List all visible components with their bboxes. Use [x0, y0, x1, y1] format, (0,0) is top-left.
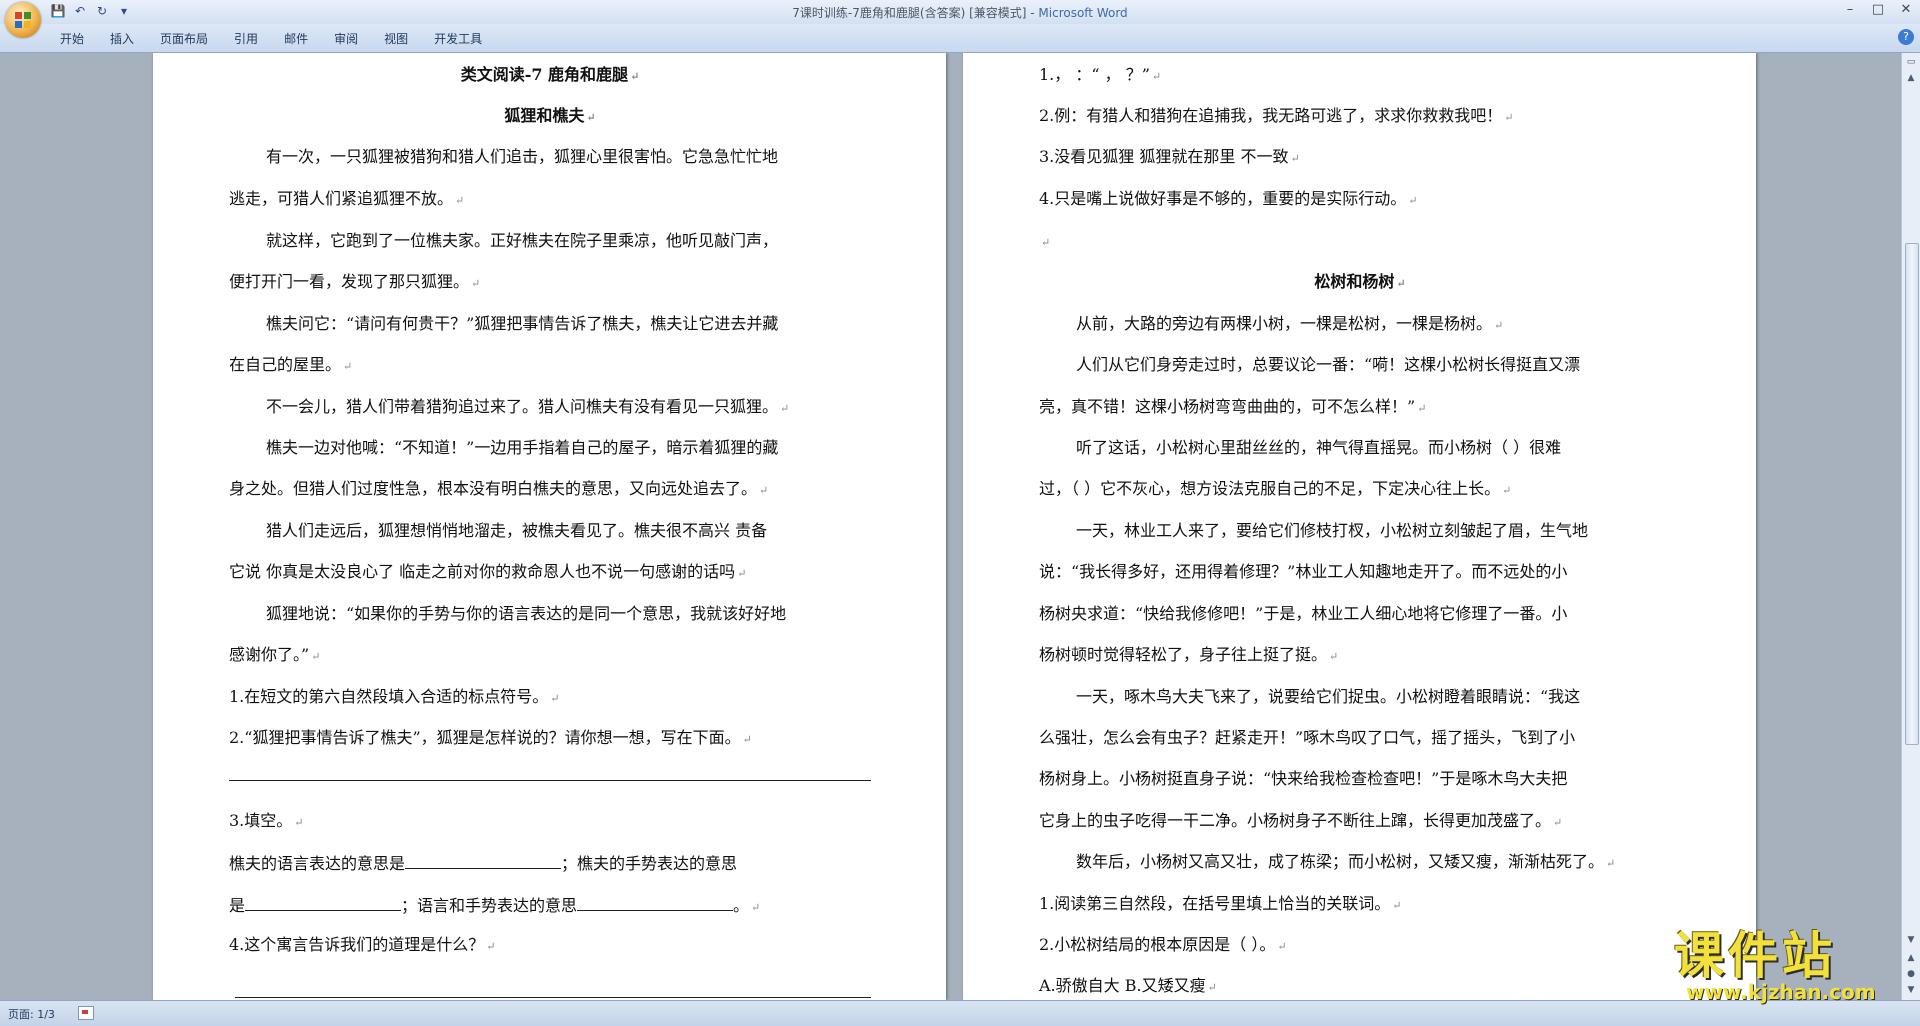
document-page-1[interactable]: 类文阅读-7 鹿角和鹿腿 ↵ 狐狸和樵夫 ↵ 有一次，一只狐狸被猎狗和猎人们追击，狐… — [153, 53, 946, 1000]
paragraph-line: 有一次，一只狐狸被猎狗和猎人们追击，狐狸心里很害怕。它急急忙忙地 — [266, 147, 779, 166]
status-bar: 页面: 1/3 — [0, 1000, 1920, 1026]
tab-insert[interactable]: 插入 — [108, 30, 148, 47]
question-2: 2.“狐狸把事情告诉了樵夫”，狐狸是怎样说的？请你想一想，写在下面。 ↵ — [229, 728, 752, 747]
scroll-down-icon[interactable]: ▼ — [1904, 933, 1918, 947]
paragraph-line: 一天，啄木鸟大夫飞来了，说要给它们捉虫。小松树瞪着眼睛说：“我这 — [1076, 687, 1581, 706]
office-button[interactable] — [5, 2, 41, 38]
question-1: 1.在短文的第六自然段填入合适的标点符号。 ↵ — [229, 687, 560, 706]
paragraph-line: 人们从它们身旁走过时，总要议论一番：“嗬！这棵小松树长得挺直又漂 — [1076, 355, 1581, 374]
scroll-thumb[interactable] — [1905, 243, 1919, 745]
tab-home[interactable]: 开始 — [58, 30, 98, 47]
paragraph-line: 亮，真不错！这棵小杨树弯弯曲曲的，可不怎么样！” ↵ — [1039, 397, 1427, 416]
paragraph-line: 过，（ ）它不灰心，想方设法克服自己的不足，下定决心往上长。 ↵ — [1039, 479, 1512, 498]
window-title: 7课时训练-7鹿角和鹿腿(含答案) [兼容模式] - Microsoft Wor… — [792, 6, 1128, 20]
paragraph-line: 数年后，小杨树又高又壮，成了栋梁；而小松树，又矮又瘦，渐渐枯死了。 ↵ — [1076, 852, 1616, 871]
question-1: 1.阅读第三自然段，在括号里填上恰当的关联词。 ↵ — [1039, 894, 1402, 913]
browse-object-icon[interactable]: ● — [1904, 967, 1918, 981]
blank-field[interactable] — [405, 852, 562, 869]
story-title: 狐狸和樵夫 ↵ — [504, 106, 596, 125]
paragraph-line: 么强壮，怎么会有虫子？赶紧走开！”啄木鸟叹了口气，摇了摇头，飞到了小 — [1039, 728, 1576, 747]
empty-line: ↵ — [1041, 236, 1051, 249]
title-bar: 💾 ↶ ↻ ▾ 7课时训练-7鹿角和鹿腿(含答案) [兼容模式] - Micro… — [0, 0, 1920, 38]
paragraph-line: 就这样，它跑到了一位樵夫家。正好樵夫在院子里乘凉，他听见敲门声， — [266, 231, 779, 250]
paragraph-line: 猎人们走远后，狐狸想悄悄地溜走，被樵夫看见了。樵夫很不高兴 责备 — [266, 521, 768, 540]
page-indicator[interactable]: 页面: 1/3 — [8, 1006, 55, 1022]
watermark-logo: 课件站 www.kjzhan.com — [1666, 927, 1906, 1004]
paragraph-line: 樵夫一边对他喊：“不知道！”一边用手指着自己的屋子，暗示着狐狸的藏 — [266, 438, 779, 457]
fill-in-line-1: 樵夫的语言表达的意思是 ；樵夫的手势表达的意思 — [229, 852, 738, 873]
question-4: 4.这个寓言告诉我们的道理是什么？ ↵ — [229, 935, 496, 954]
paragraph-line: 在自己的屋里。 ↵ — [229, 355, 353, 374]
page-title: 类文阅读-7 鹿角和鹿腿 ↵ — [460, 65, 640, 84]
paragraph-line: 便打开门一看，发现了那只狐狸。 ↵ — [229, 272, 481, 291]
tab-review[interactable]: 审阅 — [332, 30, 372, 47]
answer-line[interactable] — [229, 780, 871, 781]
paragraph-line: 狐狸地说：“如果你的手势与你的语言表达的是同一个意思，我就该好好地 — [266, 604, 787, 623]
paragraph-line: 它说 你真是太没良心了 临走之前对你的救命恩人也不说一句感谢的话吗 ↵ — [229, 562, 747, 581]
scroll-up-icon[interactable]: ▲ — [1904, 71, 1918, 85]
document-workspace[interactable]: 类文阅读-7 鹿角和鹿腿 ↵ 狐狸和樵夫 ↵ 有一次，一只狐狸被猎狗和猎人们追击，狐… — [0, 53, 1902, 1000]
ribbon-tabs: 开始 插入 页面布局 引用 邮件 审阅 视图 开发工具 — [58, 30, 506, 47]
tab-references[interactable]: 引用 — [232, 30, 272, 47]
watermark-text: 课件站 — [1674, 927, 1836, 985]
answer-line-1: 1.， ：“ ， ？” ↵ — [1039, 65, 1162, 84]
proofing-icon[interactable] — [78, 1006, 94, 1020]
office-logo-icon — [15, 12, 31, 28]
paragraph-line: 不一会儿，猎人们带着猎狗追过来了。猎人问樵夫有没有看见一只狐狸。 ↵ — [266, 397, 790, 416]
paragraph-line: 说：“我长得多好，还用得着修理？”林业工人知趣地走开了。而不远处的小 — [1039, 562, 1568, 581]
blank-field[interactable] — [577, 894, 734, 911]
ruler-toggle-icon[interactable]: ▭ — [1904, 55, 1918, 69]
paragraph-line: 樵夫问它：“请问有何贵干？”狐狸把事情告诉了樵夫，樵夫让它进去并藏 — [266, 314, 779, 333]
paragraph-line: 身之处。但猎人们过度性急，根本没有明白樵夫的意思，又向远处追去了。 ↵ — [229, 479, 769, 498]
tab-mailings[interactable]: 邮件 — [282, 30, 322, 47]
answer-line-3: 3.没看见狐狸 狐狸就在那里 不一致 ↵ — [1039, 147, 1300, 166]
paragraph-line: 听了这话，小松树心里甜丝丝的，神气得直摇晃。而小杨树（ ）很难 — [1076, 438, 1562, 457]
paragraph-line: 杨树顿时觉得轻松了，身子往上挺了挺。 ↵ — [1039, 645, 1339, 664]
tab-view[interactable]: 视图 — [382, 30, 422, 47]
help-icon[interactable]: ? — [1898, 29, 1914, 45]
fill-in-line-2: 是；语言和手势表达的意思。 ↵ — [229, 894, 761, 915]
answer-line-2: 2.例：有猎人和猎狗在追捕我，我无路可逃了，求求你救救我吧！ ↵ — [1039, 106, 1514, 125]
paragraph-line: 杨树央求道：“快给我修修吧！”于是，林业工人细心地将它修理了一番。小 — [1039, 604, 1568, 623]
paragraph-line: 感谢你了。” ↵ — [229, 645, 321, 664]
paragraph-line: 杨树身上。小杨树挺直身子说：“快来给我检查检查吧！”于是啄木鸟大夫把 — [1039, 769, 1568, 788]
story-title: 松树和杨树 ↵ — [1314, 272, 1406, 291]
next-page-icon[interactable]: ▼ — [1904, 983, 1918, 997]
tab-page-layout[interactable]: 页面布局 — [158, 30, 222, 47]
question-2: 2.小松树结局的根本原因是（ ）。 ↵ — [1039, 935, 1287, 954]
paragraph-line: 从前，大路的旁边有两棵小树，一棵是松树，一棵是杨树。 ↵ — [1076, 314, 1504, 333]
answer-options: A.骄傲自大 B.又矮又瘦 ↵ — [1039, 976, 1217, 995]
tab-developer[interactable]: 开发工具 — [432, 30, 496, 47]
minimize-icon[interactable]: – — [1836, 0, 1864, 20]
close-icon[interactable]: ✕ — [1892, 0, 1920, 20]
watermark-url: www.kjzhan.com — [1686, 980, 1876, 1004]
vertical-scrollbar[interactable]: ▭ ▲ ▼ ▲ ● ▼ — [1901, 53, 1920, 1000]
previous-page-icon[interactable]: ▲ — [1904, 951, 1918, 965]
answer-line-4: 4.只是嘴上说做好事是不够的，重要的是实际行动。 ↵ — [1039, 189, 1418, 208]
window-controls: – □ ✕ — [1836, 0, 1920, 20]
paragraph-line: 逃走，可猎人们紧追狐狸不放。 ↵ — [229, 189, 465, 208]
paragraph-line: 它身上的虫子吃得一干二净。小杨树身子不断往上蹿，长得更加茂盛了。 ↵ — [1039, 811, 1563, 830]
paragraph-line: 一天，林业工人来了，要给它们修枝打杈，小松树立刻皱起了眉，生气地 — [1076, 521, 1589, 540]
answer-line[interactable] — [235, 997, 871, 998]
document-page-2[interactable]: 1.， ：“ ， ？” ↵ 2.例：有猎人和猎狗在追捕我，我无路可逃了，求求你救救… — [963, 53, 1756, 1000]
maximize-icon[interactable]: □ — [1864, 0, 1892, 20]
question-3: 3.填空。 ↵ — [229, 811, 304, 830]
blank-field[interactable] — [245, 894, 402, 911]
ribbon: 开始 插入 页面布局 引用 邮件 审阅 视图 开发工具 ? — [0, 24, 1920, 53]
